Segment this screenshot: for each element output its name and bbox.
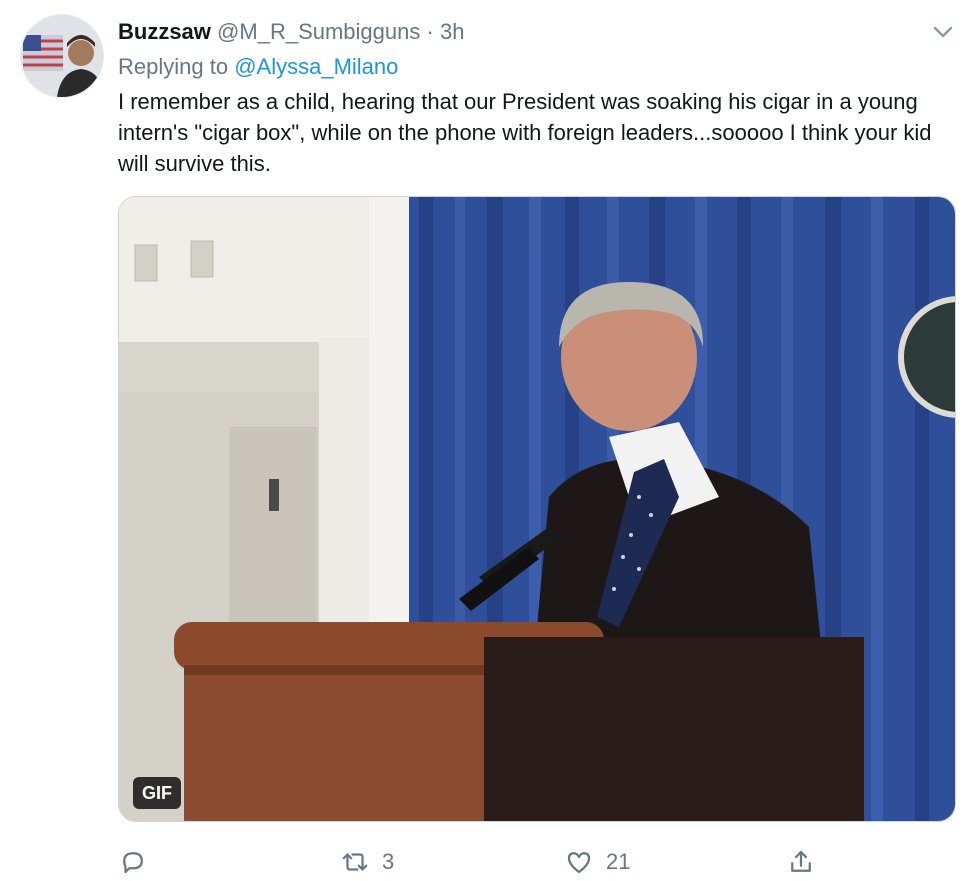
user-handle[interactable]: @M_R_Sumbigguns [217, 19, 420, 44]
avatar-image [21, 15, 103, 97]
tweet-text: I remember as a child, hearing that our … [118, 89, 932, 176]
reply-button[interactable] [118, 846, 160, 878]
tweet-body: Buzzsaw @M_R_Sumbigguns · 3h Replying to… [118, 16, 958, 179]
gif-frame-image [119, 197, 955, 821]
like-button[interactable]: 21 [564, 846, 630, 878]
share-icon [791, 850, 811, 872]
display-name[interactable]: Buzzsaw [118, 19, 211, 44]
tweet: Buzzsaw @M_R_Sumbigguns · 3h Replying to… [0, 0, 980, 881]
retweet-count: 3 [382, 849, 395, 874]
replying-prefix: Replying to [118, 54, 229, 79]
tweet-actions: 3 21 [118, 846, 838, 878]
chevron-down-icon[interactable] [930, 22, 956, 42]
replying-to-link[interactable]: @Alyssa_Milano [234, 54, 398, 79]
heart-icon [567, 852, 591, 874]
tweet-media-gif[interactable]: GIF [118, 196, 956, 822]
share-button[interactable] [786, 846, 828, 878]
replying-to-line: Replying to @Alyssa_Milano [118, 51, 958, 83]
retweet-icon [342, 853, 368, 871]
separator-dot: · [426, 19, 434, 44]
timestamp[interactable]: 3h [440, 19, 464, 44]
retweet-button[interactable]: 3 [340, 846, 394, 878]
reply-icon [123, 852, 143, 874]
avatar[interactable] [20, 14, 104, 98]
like-count: 21 [606, 849, 631, 874]
gif-badge: GIF [133, 777, 181, 809]
tweet-header: Buzzsaw @M_R_Sumbigguns · 3h [118, 16, 958, 48]
